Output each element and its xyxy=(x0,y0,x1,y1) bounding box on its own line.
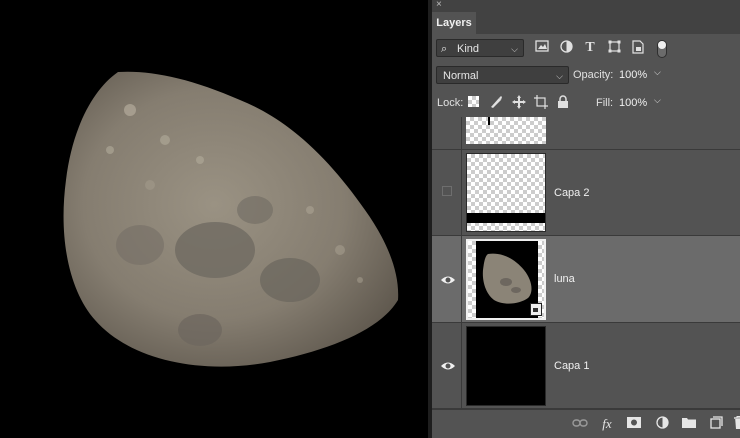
layer-row[interactable] xyxy=(432,117,740,150)
moon-thumbnail xyxy=(482,253,532,304)
blend-mode-dropdown[interactable]: Normal ⌵ xyxy=(436,66,569,84)
layers-panel: × Layers ⌕ Kind ⌵ T Normal ⌵ Opacity: 10… xyxy=(432,0,740,438)
layer-row-selected[interactable]: luna xyxy=(432,236,740,323)
search-icon: ⌕ xyxy=(441,43,448,55)
new-adjustment-icon[interactable] xyxy=(654,416,670,432)
fx-icon[interactable]: fx xyxy=(599,416,615,432)
layer-row[interactable]: Capa 1 xyxy=(432,323,740,409)
panel-tabbar: Layers xyxy=(432,12,740,34)
layer-thumbnail xyxy=(466,326,546,406)
layer-name[interactable]: Capa 1 xyxy=(554,360,589,372)
close-icon[interactable]: × xyxy=(436,0,442,11)
hidden-visibility-icon[interactable] xyxy=(442,186,452,196)
kind-filter-value: Kind xyxy=(457,43,480,55)
opacity-label: Opacity: xyxy=(573,69,614,81)
artboard-lock-icon[interactable] xyxy=(534,95,548,112)
smart-object-icon xyxy=(530,303,542,316)
document-canvas[interactable] xyxy=(0,0,428,438)
opacity-chevron-icon[interactable]: ⌵ xyxy=(654,67,661,78)
layer-name[interactable]: luna xyxy=(554,273,575,285)
layer-thumbnail xyxy=(466,239,546,320)
layer-thumbnail xyxy=(466,117,546,144)
layer-name[interactable]: Capa 2 xyxy=(554,187,589,199)
layer-row[interactable]: Capa 2 xyxy=(432,150,740,236)
panel-titlebar: × xyxy=(432,0,740,12)
layers-bottom-toolbar: fx xyxy=(432,409,740,438)
fill-label: Fill: xyxy=(596,97,614,109)
layers-list[interactable]: Capa 2 luna Capa 1 xyxy=(432,117,740,409)
smart-object-filter-icon[interactable] xyxy=(630,40,646,56)
delete-layer-icon[interactable] xyxy=(731,416,740,432)
lock-position-icon[interactable] xyxy=(512,95,526,112)
new-layer-icon[interactable] xyxy=(708,416,724,432)
tab-layers[interactable]: Layers xyxy=(432,12,476,34)
eye-icon[interactable] xyxy=(440,360,456,372)
visibility-cell[interactable] xyxy=(432,323,462,408)
add-mask-icon[interactable] xyxy=(626,416,642,432)
moon-image xyxy=(0,0,428,438)
lock-label: Lock: xyxy=(437,97,464,109)
opacity-value[interactable]: 100% xyxy=(619,69,647,81)
lock-transparent-icon[interactable] xyxy=(468,96,479,107)
visibility-cell[interactable] xyxy=(432,236,462,322)
visibility-cell[interactable] xyxy=(432,117,462,149)
visibility-cell[interactable] xyxy=(432,150,462,235)
new-group-icon[interactable] xyxy=(681,416,697,432)
type-filter-icon[interactable]: T xyxy=(582,40,598,56)
image-filter-icon[interactable] xyxy=(534,40,550,56)
link-layers-icon[interactable] xyxy=(572,416,588,432)
chevron-down-icon: ⌵ xyxy=(511,44,518,54)
lock-image-icon[interactable] xyxy=(489,95,503,112)
kind-filter-dropdown[interactable]: ⌕ Kind ⌵ xyxy=(436,39,524,57)
layer-thumbnail xyxy=(466,153,546,232)
filter-toggle-icon[interactable] xyxy=(654,40,670,58)
fill-value[interactable]: 100% xyxy=(619,97,647,109)
shape-filter-icon[interactable] xyxy=(606,40,622,56)
chevron-down-icon: ⌵ xyxy=(556,71,563,81)
eye-icon[interactable] xyxy=(440,274,456,286)
blend-mode-value: Normal xyxy=(443,70,479,82)
adjustment-filter-icon[interactable] xyxy=(558,40,574,56)
lock-all-icon[interactable] xyxy=(557,95,569,112)
fill-chevron-icon[interactable]: ⌵ xyxy=(654,95,661,106)
